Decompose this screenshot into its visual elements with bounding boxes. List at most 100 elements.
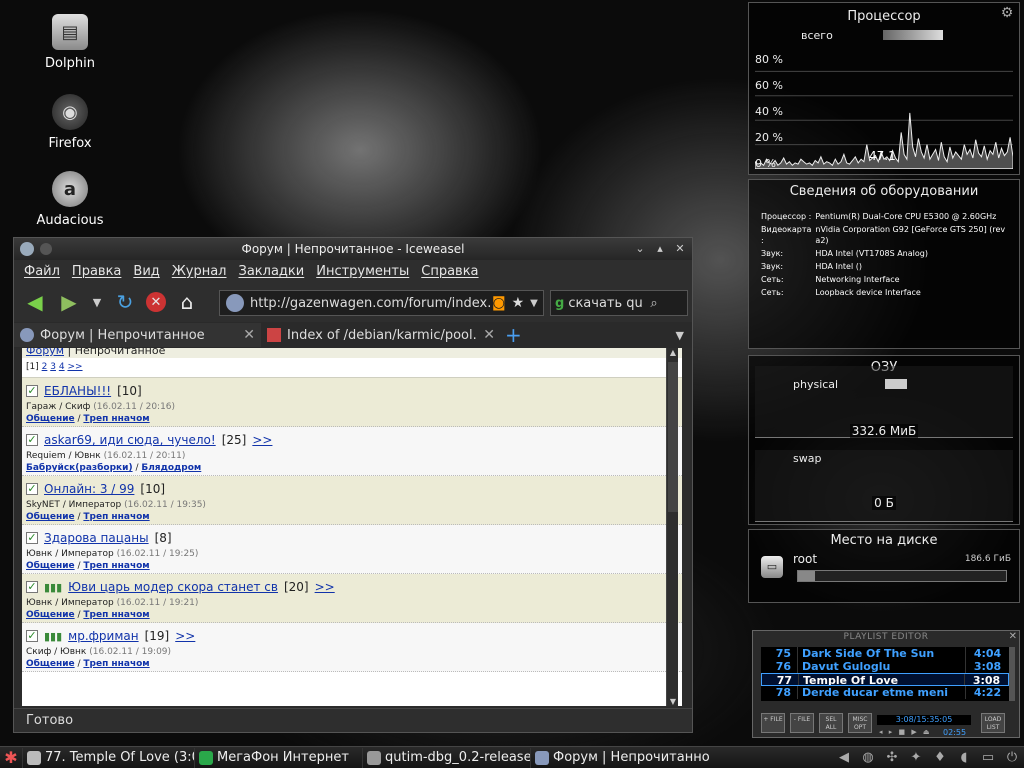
display-icon[interactable]: ▭ — [980, 750, 996, 766]
search-icon[interactable]: ⌕ — [650, 296, 657, 311]
mini-controls[interactable]: ◂ ▸ ■ ▶ ⏏ — [879, 728, 932, 736]
chevron-down-icon[interactable]: ⌄ — [632, 241, 648, 257]
back-button[interactable]: ◀ — [22, 289, 48, 315]
topic-author[interactable]: Ювнк — [26, 549, 52, 559]
misc-options-button[interactable]: MISC OPT — [848, 713, 872, 733]
pager-page-4[interactable]: 4 — [59, 362, 65, 372]
tab-list-button[interactable]: ▼ — [676, 329, 684, 342]
task-audacious[interactable]: 77. Temple Of Love (3:08) — [22, 747, 194, 768]
reload-button[interactable]: ↻ — [112, 289, 138, 315]
volume-icon[interactable]: ◖ — [956, 750, 972, 766]
topic-last-page-link[interactable]: >> — [315, 580, 335, 594]
network-icon[interactable]: ◍ — [860, 750, 876, 766]
desktop-icon-dolphin[interactable]: ▤ Dolphin — [25, 14, 115, 71]
topic-author[interactable]: SkyNET — [26, 500, 60, 510]
topic-category-link[interactable]: Общение — [26, 512, 75, 522]
scroll-thumb[interactable] — [668, 362, 678, 512]
tab-forum[interactable]: Форум | Непрочитанное ✕ — [14, 323, 261, 347]
topic-subcategory-link[interactable]: Треп нначом — [83, 659, 149, 669]
topic-title-link[interactable]: ЕБЛАНЫ!!! — [44, 384, 111, 398]
menu-edit[interactable]: Правка — [72, 264, 121, 279]
settings-icon[interactable]: ✦ — [908, 750, 924, 766]
topic-subcategory-link[interactable]: Треп нначом — [83, 561, 149, 571]
topic-subcategory-link[interactable]: Треп нначом — [83, 610, 149, 620]
topic-last-poster[interactable]: Ювнк — [74, 451, 100, 461]
pager-page-3[interactable]: 3 — [50, 362, 56, 372]
pager-next[interactable]: >> — [67, 362, 82, 372]
breadcrumb-forum-link[interactable]: Форум — [26, 348, 64, 357]
close-tab-icon[interactable]: ✕ — [243, 327, 255, 343]
window-titlebar[interactable]: Форум | Непрочитанное - Iceweasel ⌄ ▴ ✕ — [14, 238, 692, 260]
select-all-button[interactable]: SEL ALL — [819, 713, 843, 733]
topic-category-link[interactable]: Бабруйск(разборки) — [26, 463, 133, 473]
search-bar[interactable]: g скачать qu ⌕ — [550, 290, 688, 316]
close-window-button[interactable]: ✕ — [672, 241, 688, 257]
topic-last-page-link[interactable]: >> — [175, 629, 195, 643]
task-megafon[interactable]: МегаФон Интернет — [194, 747, 362, 768]
topic-title-link[interactable]: askar69, иди сюда, чучело! — [44, 433, 216, 447]
forward-button[interactable]: ▶ — [56, 289, 82, 315]
topic-subcategory-link[interactable]: Треп нначом — [83, 414, 149, 424]
lamp-icon[interactable]: ♦ — [932, 750, 948, 766]
topic-author[interactable]: Гараж — [26, 402, 56, 412]
search-engine-icon[interactable]: g — [555, 296, 564, 311]
menu-tools[interactable]: Инструменты — [316, 264, 409, 279]
playlist-scrollbar[interactable] — [1009, 647, 1015, 701]
menu-view[interactable]: Вид — [133, 264, 159, 279]
topic-last-poster[interactable]: Ювнк — [60, 647, 86, 657]
close-icon[interactable]: ✕ — [1009, 631, 1017, 642]
desktop-icon-firefox[interactable]: ◉ Firefox — [25, 94, 115, 151]
topic-last-poster[interactable]: Император — [61, 598, 114, 608]
topic-last-poster[interactable]: Император — [61, 549, 114, 559]
topic-last-page-link[interactable]: >> — [252, 433, 272, 447]
stop-button[interactable]: ✕ — [146, 292, 166, 312]
topic-author[interactable]: Скиф — [26, 647, 51, 657]
load-list-button[interactable]: LOAD LIST — [981, 713, 1005, 733]
remove-file-button[interactable]: - FILE — [790, 713, 814, 733]
topic-title-link[interactable]: мр.фриман — [68, 629, 138, 643]
url-input[interactable]: http://gazenwagen.com/forum/index.php — [250, 296, 490, 311]
playlist-track[interactable]: 76 Davut Guloglu 3:08 — [761, 660, 1009, 673]
search-input[interactable]: скачать qu — [568, 296, 648, 311]
home-button[interactable]: ⌂ — [174, 289, 200, 315]
bookmark-star-icon[interactable]: ★ — [512, 295, 525, 311]
menu-help[interactable]: Справка — [421, 264, 478, 279]
power-icon[interactable]: ⏻ — [1004, 750, 1020, 766]
bluetooth-icon[interactable]: ✣ — [884, 750, 900, 766]
topic-author[interactable]: Requiem — [26, 451, 66, 461]
topic-category-link[interactable]: Общение — [26, 561, 75, 571]
menu-history[interactable]: Журнал — [172, 264, 227, 279]
add-file-button[interactable]: + FILE — [761, 713, 785, 733]
scroll-up-icon[interactable]: ▲ — [667, 348, 679, 357]
topic-title-link[interactable]: Юви царь модер скора станет св — [68, 580, 278, 594]
task-qutim[interactable]: qutim-dbg_0.2-release... — [362, 747, 530, 768]
playlist-track[interactable]: 77 Temple Of Love 3:08 — [761, 673, 1009, 687]
close-tab-icon[interactable]: ✕ — [483, 327, 495, 343]
topic-category-link[interactable]: Общение — [26, 659, 75, 669]
kde-menu-icon[interactable]: ✱ — [0, 747, 22, 768]
topic-category-link[interactable]: Общение — [26, 414, 75, 424]
page-scrollbar[interactable]: ▲ ▼ — [666, 348, 678, 706]
topic-author[interactable]: Ювнк — [26, 598, 52, 608]
history-dropdown[interactable]: ▼ — [90, 289, 104, 315]
gear-icon[interactable]: ⚙ — [999, 5, 1015, 21]
tab-debian-index[interactable]: Index of /debian/karmic/pool... ✕ — [261, 323, 501, 347]
topic-last-poster[interactable]: Скиф — [65, 402, 90, 412]
topic-title-link[interactable]: Онлайн: 3 / 99 — [44, 482, 134, 496]
task-iceweasel[interactable]: Форум | Непрочитанное — [530, 747, 710, 768]
playlist-track[interactable]: 78 Derde ducar etme meni 4:22 — [761, 686, 1009, 699]
rss-icon[interactable]: ◙ — [492, 295, 506, 311]
menu-bookmarks[interactable]: Закладки — [239, 264, 305, 279]
back-icon[interactable]: ◀ — [836, 750, 852, 766]
topic-last-poster[interactable]: Император — [69, 500, 122, 510]
url-bar[interactable]: http://gazenwagen.com/forum/index.php ◙ … — [219, 290, 544, 316]
topic-title-link[interactable]: Здарова пацаны — [44, 531, 149, 545]
minimize-button[interactable]: ▴ — [652, 241, 668, 257]
scroll-down-icon[interactable]: ▼ — [667, 697, 679, 706]
menu-file[interactable]: Файл — [24, 264, 60, 279]
playlist-track[interactable]: 75 Dark Side Of The Sun 4:04 — [761, 647, 1009, 660]
new-tab-button[interactable]: + — [505, 323, 522, 347]
topic-category-link[interactable]: Общение — [26, 610, 75, 620]
url-dropdown-icon[interactable]: ▼ — [530, 298, 538, 309]
topic-subcategory-link[interactable]: Треп нначом — [83, 512, 149, 522]
